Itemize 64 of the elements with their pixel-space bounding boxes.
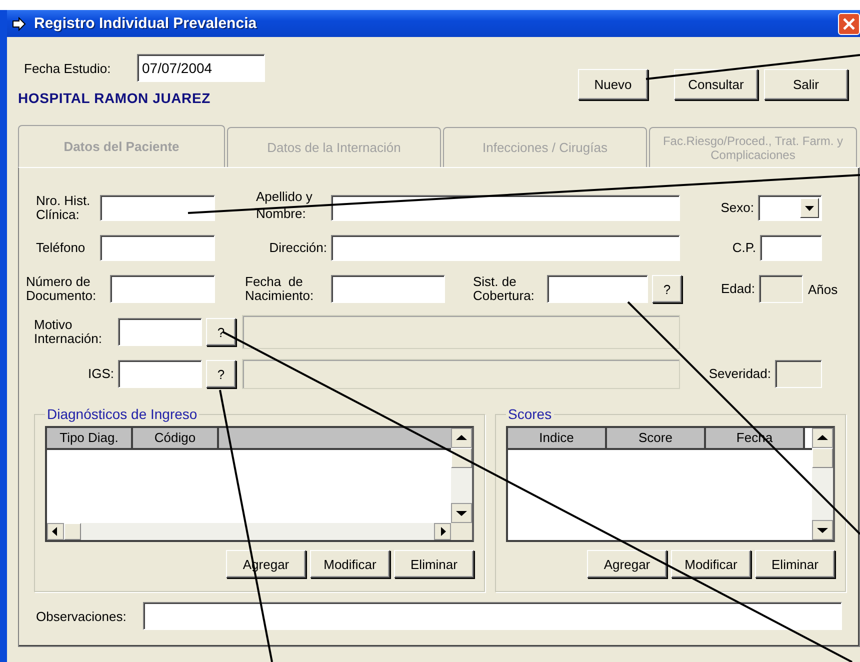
field-label: Fecha de Nacimiento: [245, 275, 315, 303]
input-field[interactable] [100, 235, 215, 261]
dropdown-arrow-icon [805, 206, 814, 210]
input-field[interactable] [118, 360, 202, 388]
field-label: C.P. [731, 241, 757, 255]
scroll-thumb[interactable] [64, 523, 81, 540]
dropdown[interactable] [758, 195, 822, 221]
close-button[interactable] [838, 12, 860, 34]
scroll-up-icon [451, 428, 472, 448]
input-field[interactable] [547, 275, 648, 303]
scroll-up-icon [812, 428, 833, 448]
scroll-down-icon [812, 520, 833, 540]
input-field[interactable] [110, 275, 215, 303]
field-label: Nro. Hist. Clínica: [35, 194, 92, 222]
horizontal-scrollbar[interactable] [47, 523, 451, 540]
column-header[interactable]: Score [607, 428, 706, 448]
scrollbar-corner [451, 523, 472, 540]
input-field[interactable] [760, 235, 822, 261]
group-title: Scores [507, 406, 553, 422]
column-header[interactable]: Código [133, 428, 219, 448]
field-label: Sist. de Cobertura: [473, 275, 536, 303]
date-field[interactable]: 07/07/2004 [137, 54, 265, 82]
toolbar-button[interactable]: Nuevo [578, 69, 648, 100]
field-label: Edad: [720, 282, 756, 296]
action-button[interactable]: Modificar [310, 550, 390, 578]
input-field[interactable] [100, 195, 215, 221]
lookup-button[interactable]: ? [206, 360, 236, 388]
scroll-down-icon [451, 503, 472, 523]
scroll-left-icon [47, 523, 64, 540]
field-label: Sexo: [720, 201, 755, 215]
toolbar-button[interactable]: Salir [764, 69, 848, 100]
field-label: Severidad: [708, 367, 772, 381]
input-field[interactable] [331, 275, 445, 303]
lookup-button[interactable]: ? [206, 318, 236, 346]
field-label: Número de Documento: [26, 275, 98, 303]
arrow-icon [12, 16, 26, 30]
window-title: Registro Individual Prevalencia [34, 15, 257, 32]
input-field[interactable] [143, 602, 842, 630]
action-button[interactable]: Eliminar [755, 550, 835, 578]
input-field[interactable] [118, 318, 202, 346]
field-label: Teléfono [35, 241, 86, 255]
field-label: Motivo Internación: [34, 318, 103, 346]
field-label: Apellido y Nombre: [255, 188, 314, 222]
group-title: Diagnósticos de Ingreso [46, 406, 198, 422]
input-field[interactable] [331, 235, 680, 261]
hospital-name: HOSPITAL RAMON JUAREZ [18, 90, 212, 106]
action-button[interactable]: Eliminar [394, 550, 474, 578]
date-label: Fecha Estudio: [24, 60, 112, 76]
scroll-thumb[interactable] [812, 448, 833, 468]
column-header[interactable]: Indice [508, 428, 607, 448]
column-header[interactable]: Tipo Diag. [47, 428, 133, 448]
toolbar-button[interactable]: Consultar [674, 69, 758, 100]
scroll-right-icon [434, 523, 451, 540]
action-button[interactable]: Modificar [671, 550, 751, 578]
input-field[interactable] [331, 195, 680, 221]
action-button[interactable]: Agregar [587, 550, 667, 578]
vertical-scrollbar[interactable] [812, 428, 833, 540]
lookup-button[interactable]: ? [652, 275, 682, 303]
unit-label: Años [808, 282, 838, 296]
close-icon [843, 18, 855, 30]
field-label: IGS: [86, 367, 115, 381]
field-label: Dirección: [268, 241, 328, 255]
vertical-scrollbar[interactable] [451, 428, 472, 540]
field-label: Observaciones: [36, 608, 128, 624]
